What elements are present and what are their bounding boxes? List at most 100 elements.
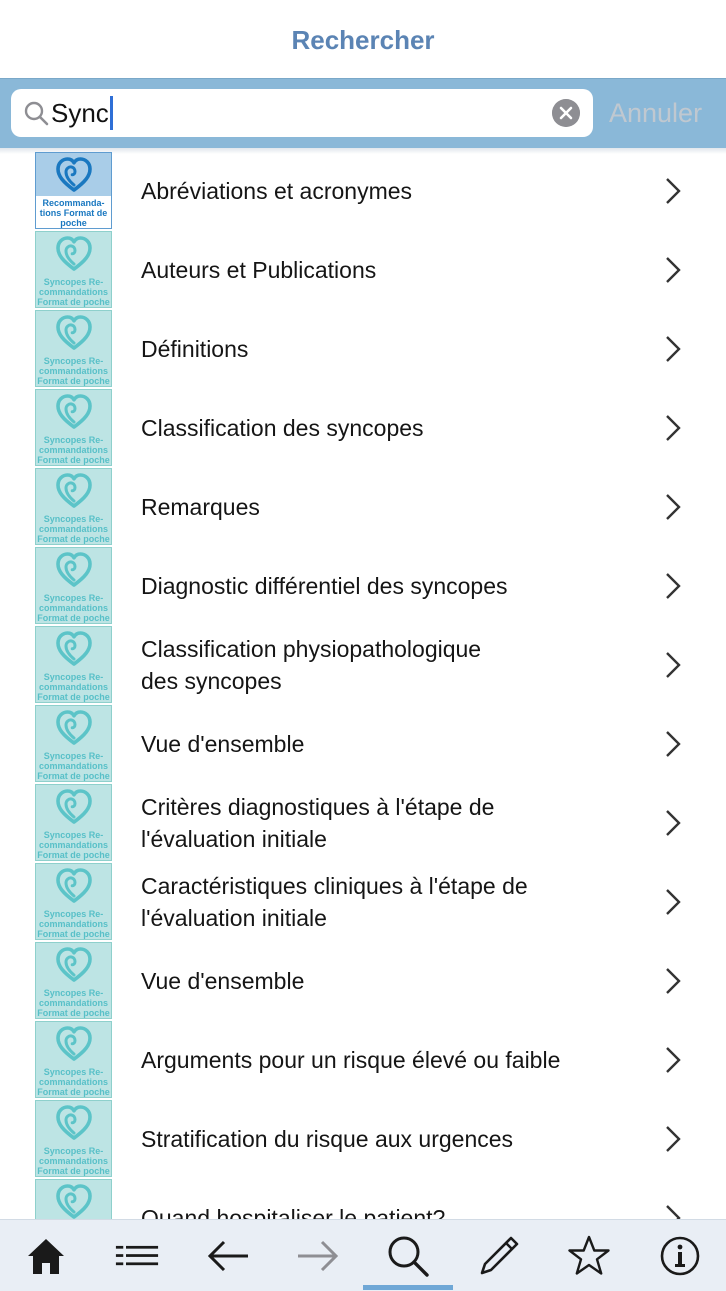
thumbnail-caption: Syncopes Re- commandations Format de poc… xyxy=(37,988,110,1018)
search-query: Sync xyxy=(51,98,109,128)
chevron-right-icon xyxy=(666,1126,681,1152)
text-caret xyxy=(109,96,113,131)
tab-forward[interactable] xyxy=(273,1220,363,1291)
thumbnail: Syncopes Re- commandations Format de poc… xyxy=(35,231,112,308)
back-arrow-icon xyxy=(207,1240,248,1271)
info-icon xyxy=(660,1236,700,1275)
list-item-label: Définitions xyxy=(141,335,249,362)
thumbnail: Syncopes Re- commandations Format de poc… xyxy=(35,1179,112,1219)
search-query-text: Sync xyxy=(51,89,113,137)
heart-logo-icon xyxy=(56,236,92,271)
list-item[interactable]: Syncopes Re- commandations Format de poc… xyxy=(0,941,726,1020)
list-item-label: Stratification du risque aux urgences xyxy=(141,1125,514,1152)
heart-logo-icon xyxy=(56,789,92,824)
list-item[interactable]: Syncopes Re- commandations Format de poc… xyxy=(0,704,726,783)
thumbnail: Syncopes Re- commandations Format de poc… xyxy=(35,626,112,703)
thumbnail-caption: Syncopes Re- commandations Format de poc… xyxy=(37,751,110,781)
search-icon xyxy=(388,1236,429,1277)
tab-contents[interactable] xyxy=(92,1220,182,1291)
tab-bar xyxy=(0,1219,726,1291)
thumbnail-caption: Syncopes Re- commandations Format de poc… xyxy=(37,830,110,860)
chevron-right-icon xyxy=(666,731,681,757)
chevron-right-icon xyxy=(666,573,681,599)
thumbnail: Syncopes Re- commandations Format de poc… xyxy=(35,468,112,545)
thumbnail-caption: Syncopes Re- commandations Format de poc… xyxy=(37,672,110,702)
list-item-label: Diagnostic différentiel des syncopes xyxy=(141,572,508,599)
thumbnail-caption: Recommanda- tions Format de poche xyxy=(36,196,111,228)
heart-logo-icon xyxy=(56,1184,92,1219)
thumbnail-caption: Syncopes Re- commandations Format de poc… xyxy=(37,593,110,623)
heart-logo-icon xyxy=(56,315,92,350)
tab-info[interactable] xyxy=(635,1220,725,1291)
chevron-right-icon xyxy=(666,415,681,441)
list-item-label: Arguments pour un risque élevé ou faible xyxy=(141,1046,561,1073)
chevron-right-icon xyxy=(666,494,681,520)
search-input[interactable]: Sync xyxy=(11,89,593,137)
list-item-label: Vue d'ensemble xyxy=(141,967,305,994)
search-icon xyxy=(24,101,49,126)
list-item-label: Remarques xyxy=(141,493,260,520)
list-item[interactable]: Syncopes Re- commandations Format de poc… xyxy=(0,309,726,388)
thumbnail: Syncopes Re- commandations Format de poc… xyxy=(35,863,112,940)
thumbnail-caption: Syncopes Re- commandations Format de poc… xyxy=(37,356,110,386)
heart-logo-icon xyxy=(56,1026,92,1061)
tab-notes[interactable] xyxy=(454,1220,544,1291)
heart-logo-icon xyxy=(56,473,92,508)
thumbnail-caption: Syncopes Re- commandations Format de poc… xyxy=(37,277,110,307)
tab-back[interactable] xyxy=(183,1220,273,1291)
chevron-right-icon xyxy=(666,257,681,283)
heart-logo-icon xyxy=(56,947,92,982)
thumbnail-caption: Syncopes Re- commandations Format de poc… xyxy=(37,514,110,544)
list-item-label: Quand hospitaliser le patient? xyxy=(141,1204,446,1220)
thumbnail-caption: Syncopes Re- commandations Format de poc… xyxy=(37,435,110,465)
forward-arrow-icon xyxy=(298,1240,339,1271)
search-bar: Sync Annuler xyxy=(0,78,726,149)
heart-logo-icon xyxy=(56,157,92,192)
thumbnail: Syncopes Re- commandations Format de poc… xyxy=(35,547,112,624)
chevron-right-icon xyxy=(666,968,681,994)
list-item-label: Abréviations et acronymes xyxy=(141,177,413,204)
thumbnail: Syncopes Re- commandations Format de poc… xyxy=(35,310,112,387)
thumbnail-caption: Syncopes Re- commandations Format de poc… xyxy=(37,1146,110,1176)
tab-search[interactable] xyxy=(363,1220,453,1291)
list-item[interactable]: Syncopes Re- commandations Format de poc… xyxy=(0,388,726,467)
thumbnail: Syncopes Re- commandations Format de poc… xyxy=(35,389,112,466)
list-item[interactable]: Syncopes Re- commandations Format de poc… xyxy=(0,1099,726,1178)
active-tab-indicator xyxy=(363,1285,453,1290)
navigation-header: Rechercher xyxy=(0,0,726,78)
list-item-label: Critères diagnostiques à l'étape de l'év… xyxy=(141,793,495,852)
heart-logo-icon xyxy=(56,710,92,745)
list-item-label: Caractéristiques cliniques à l'étape de … xyxy=(141,872,528,931)
thumbnail: Syncopes Re- commandations Format de poc… xyxy=(35,942,112,1019)
list-item[interactable]: Syncopes Re- commandations Format de poc… xyxy=(0,230,726,309)
heart-logo-icon xyxy=(56,552,92,587)
home-icon xyxy=(28,1238,64,1274)
list-item-label: Auteurs et Publications xyxy=(141,256,377,283)
chevron-right-icon xyxy=(666,889,681,915)
thumbnail: Syncopes Re- commandations Format de poc… xyxy=(35,705,112,782)
list-item[interactable]: Syncopes Re- commandations Format de poc… xyxy=(0,625,726,704)
list-item[interactable]: Syncopes Re- commandations Format de poc… xyxy=(0,862,726,941)
tab-favorites[interactable] xyxy=(544,1220,634,1291)
pencil-icon xyxy=(480,1236,519,1274)
cancel-button[interactable]: Annuler xyxy=(609,79,702,149)
chevron-right-icon xyxy=(666,1047,681,1073)
list-item-label: Classification physiopathologique des sy… xyxy=(141,635,482,694)
star-icon xyxy=(568,1235,610,1275)
list-icon xyxy=(115,1245,159,1265)
result-list[interactable]: Recommanda- tions Format de poche Abrévia… xyxy=(0,151,726,1219)
heart-logo-icon xyxy=(56,1105,92,1140)
page-title: Rechercher xyxy=(291,24,435,55)
tab-home[interactable] xyxy=(1,1220,91,1291)
thumbnail-caption: Syncopes Re- commandations Format de poc… xyxy=(37,1067,110,1097)
list-item[interactable]: Recommanda- tions Format de poche Abrévia… xyxy=(0,151,726,230)
thumbnail: Recommanda- tions Format de poche xyxy=(35,152,112,229)
list-item[interactable]: Syncopes Re- commandations Format de poc… xyxy=(0,1020,726,1099)
list-item[interactable]: Syncopes Re- commandations Format de poc… xyxy=(0,467,726,546)
list-item[interactable]: Syncopes Re- commandations Format de poc… xyxy=(0,1178,726,1219)
list-item[interactable]: Syncopes Re- commandations Format de poc… xyxy=(0,783,726,862)
list-item[interactable]: Syncopes Re- commandations Format de poc… xyxy=(0,546,726,625)
chevron-right-icon xyxy=(666,178,681,204)
clear-icon[interactable] xyxy=(552,99,580,127)
thumbnail: Syncopes Re- commandations Format de poc… xyxy=(35,784,112,861)
